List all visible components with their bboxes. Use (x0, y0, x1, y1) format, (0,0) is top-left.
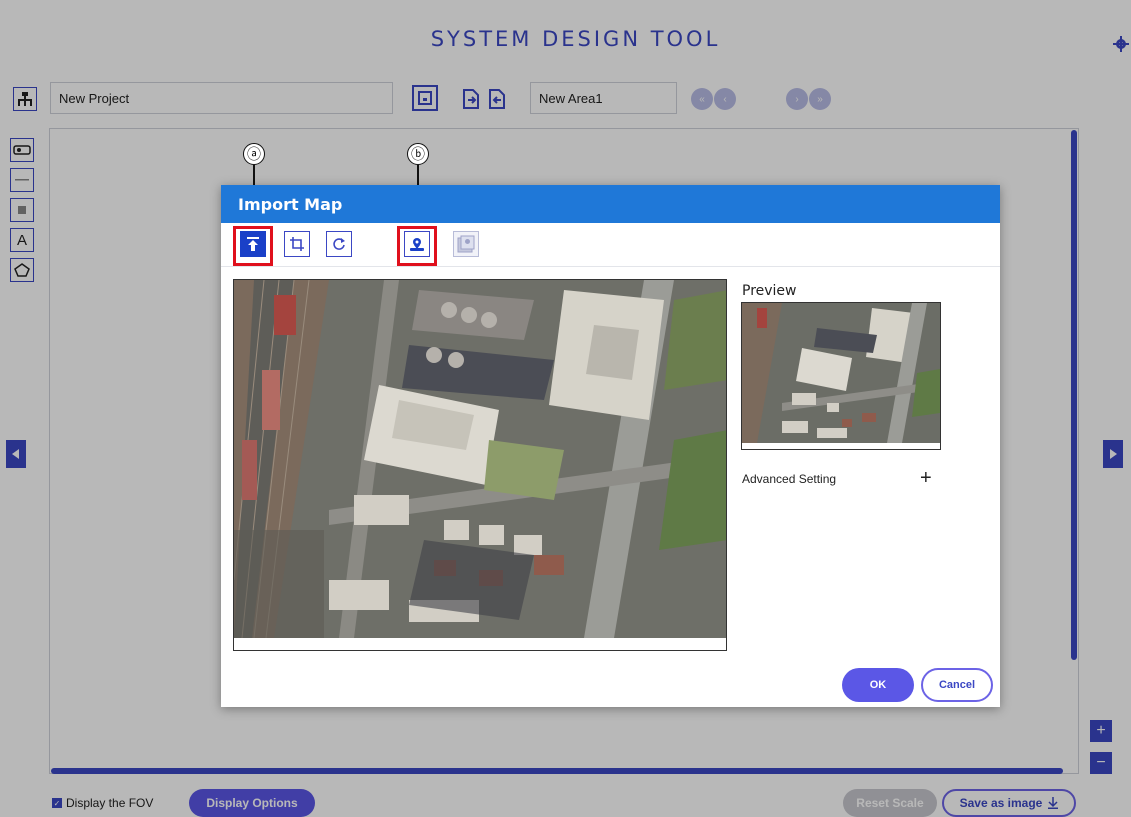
advanced-setting-label: Advanced Setting (742, 472, 837, 486)
crop-icon[interactable] (284, 231, 310, 257)
callout-b: ⓑ (407, 143, 429, 165)
map-image-icon[interactable] (453, 231, 479, 257)
preview-image (741, 302, 941, 450)
advanced-setting-expand-icon[interactable]: + (920, 467, 932, 490)
dialog-header: Import Map (221, 185, 1000, 223)
highlight-a (233, 226, 273, 266)
dialog-title: Import Map (238, 194, 343, 214)
callout-a: ⓐ (243, 143, 265, 165)
import-map-dialog: Import Map Preview Advanced Setting + OK… (221, 185, 1000, 707)
dialog-toolbar (221, 223, 1000, 267)
ok-button[interactable]: OK (842, 668, 914, 702)
cancel-button[interactable]: Cancel (921, 668, 993, 702)
rotate-icon[interactable] (326, 231, 352, 257)
aerial-map-image (234, 280, 726, 639)
map-image[interactable] (233, 279, 727, 651)
preview-label: Preview (742, 283, 797, 299)
preview-map-thumbnail (742, 303, 940, 443)
highlight-b (397, 226, 437, 266)
